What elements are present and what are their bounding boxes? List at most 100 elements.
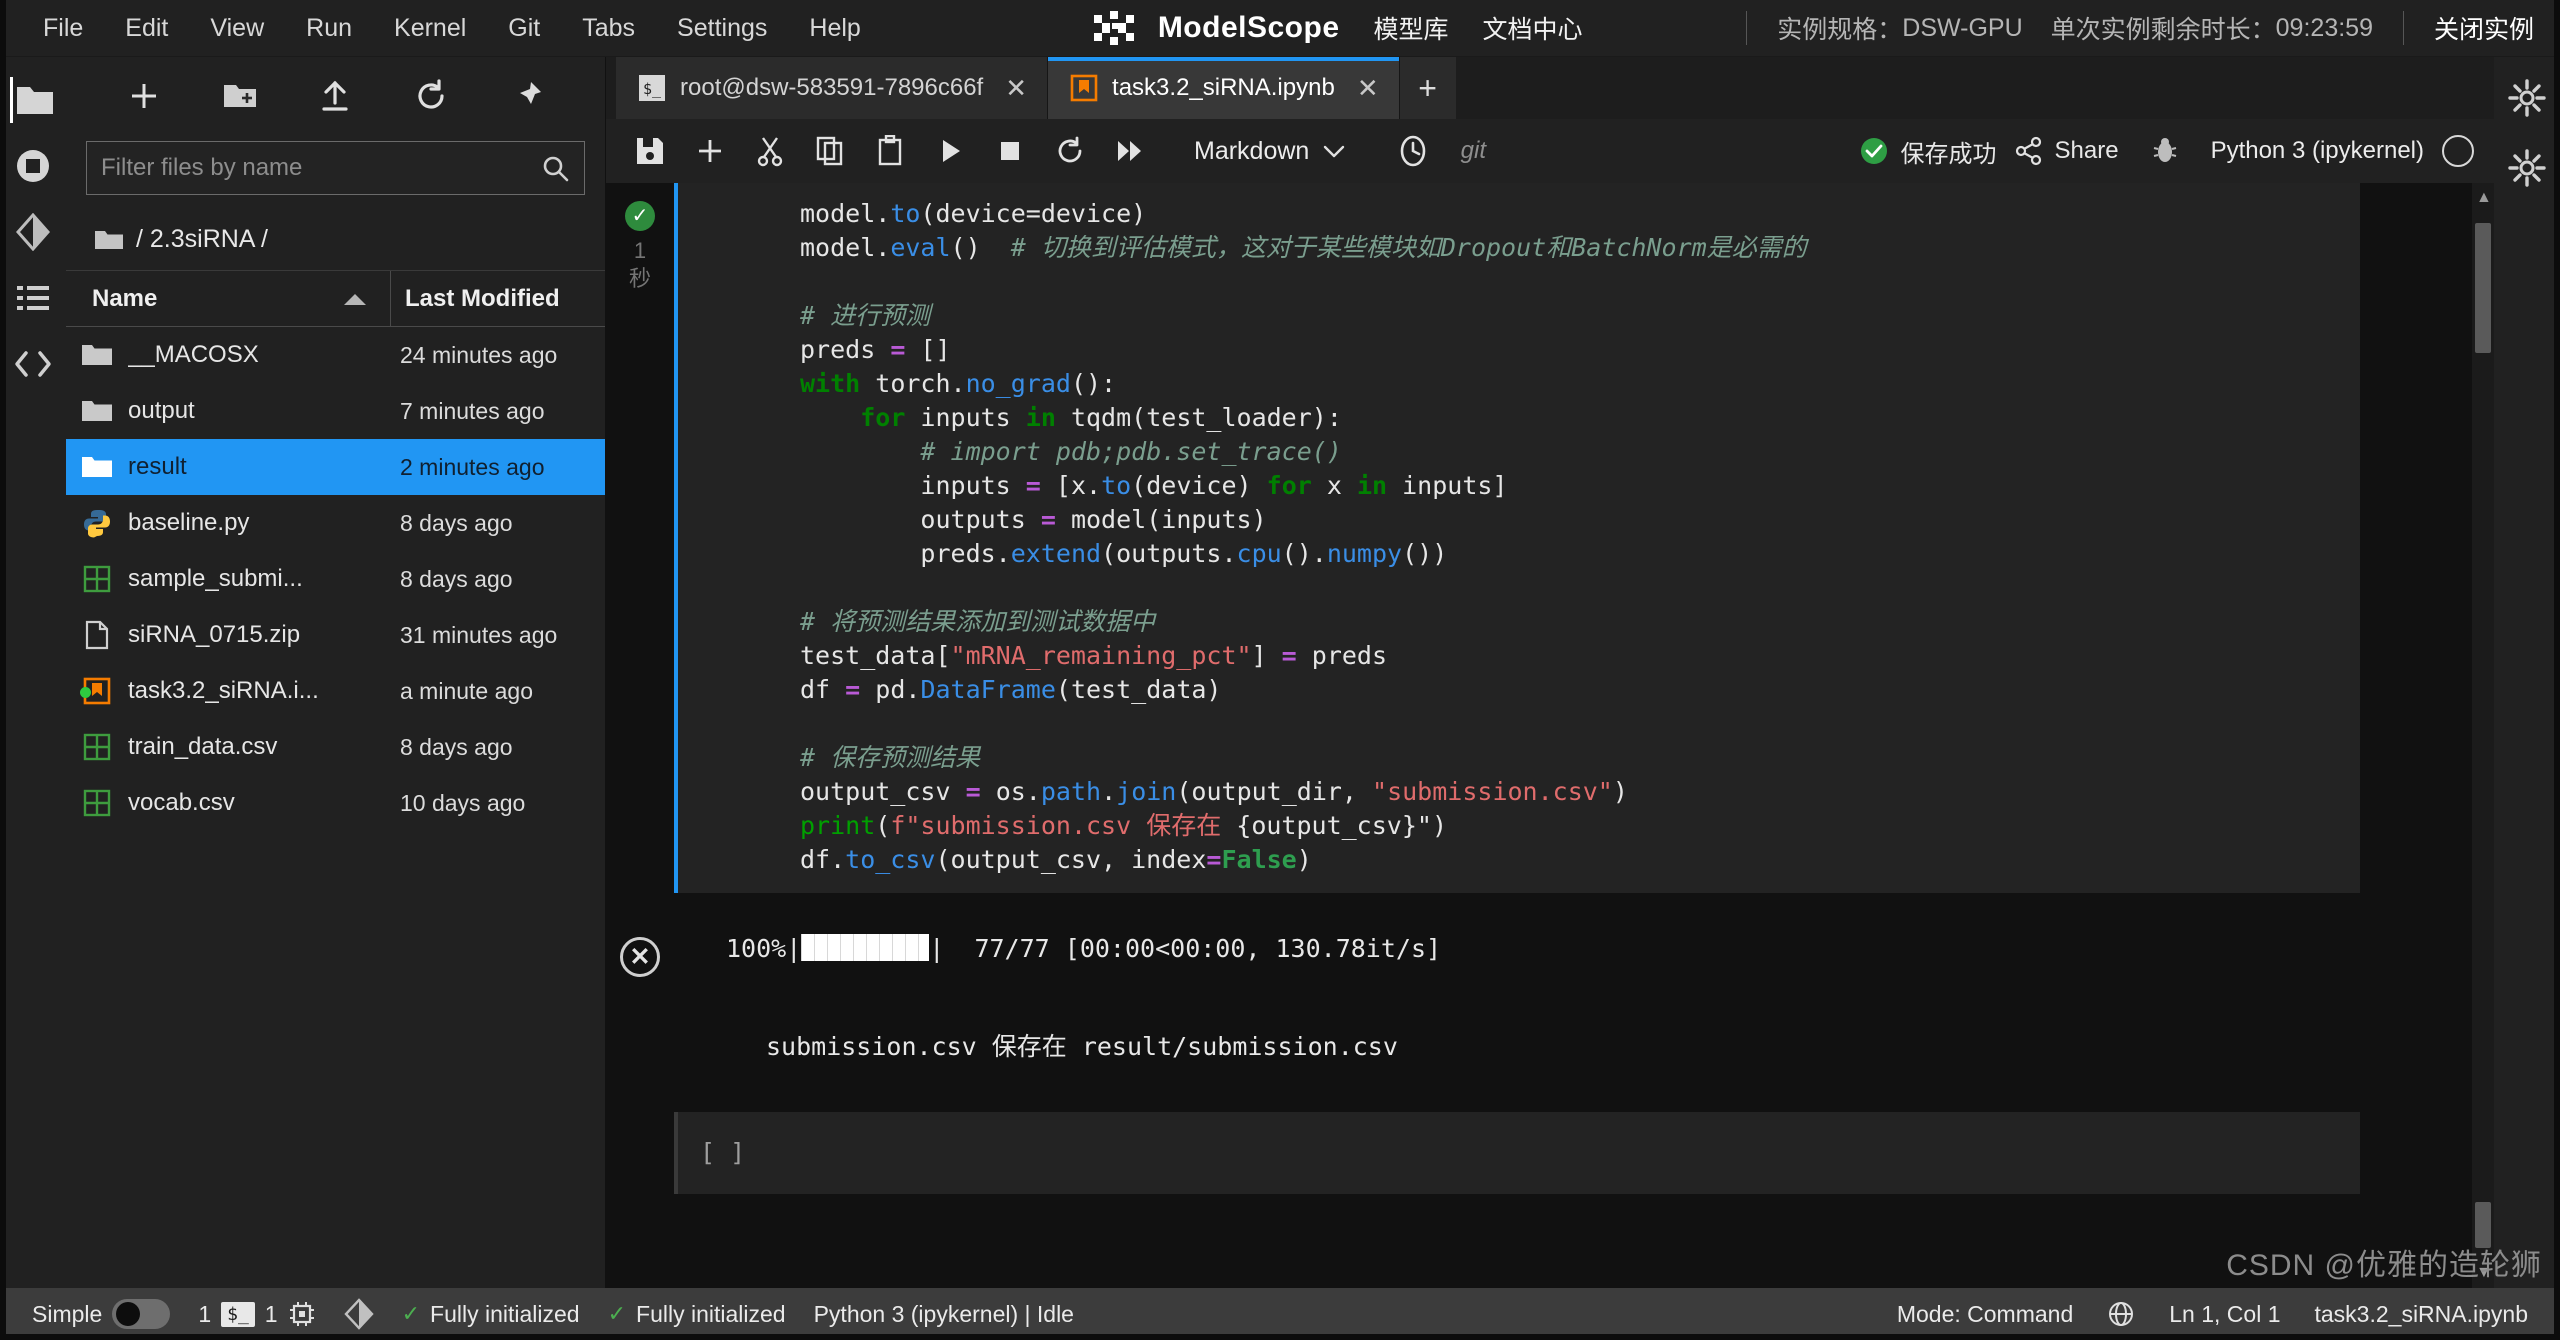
file-list-item[interactable]: __MACOSX 24 minutes ago: [66, 327, 605, 383]
close-icon[interactable]: ✕: [1357, 73, 1379, 104]
menu-run[interactable]: Run: [285, 8, 373, 49]
file-list-item[interactable]: baseline.py 8 days ago: [66, 495, 605, 551]
column-header-name[interactable]: Name: [66, 285, 390, 313]
file-type-icon: [66, 398, 128, 424]
file-last-modified: a minute ago: [400, 677, 533, 704]
notebook-cell[interactable]: ✓ 1 秒 model.to(device=device) model.eval(…: [606, 183, 2472, 893]
copy-button[interactable]: [802, 126, 858, 176]
code-line: df.to_csv(output_csv, index=False): [800, 845, 1312, 874]
kernel-selector[interactable]: Python 3 (ipykernel): [2211, 137, 2424, 165]
git-button[interactable]: git: [1445, 126, 1501, 176]
file-name: output: [128, 397, 195, 424]
file-last-modified: 8 days ago: [400, 565, 513, 592]
file-list-item[interactable]: train_data.csv 8 days ago: [66, 719, 605, 775]
scroll-up-icon[interactable]: ▲: [2476, 189, 2492, 207]
sidebar-item-extensions[interactable]: [10, 341, 56, 387]
breadcrumb[interactable]: / 2.3siRNA /: [66, 209, 605, 271]
sidebar-item-toc[interactable]: [10, 275, 56, 321]
modelscope-brand[interactable]: ModelScope: [1092, 9, 1340, 47]
new-folder-button[interactable]: [217, 73, 263, 119]
terminal-icon: $_: [221, 1301, 255, 1327]
new-tab-button[interactable]: +: [1399, 57, 1456, 119]
new-launcher-button[interactable]: [121, 73, 167, 119]
close-icon[interactable]: ✕: [1005, 73, 1027, 104]
file-type-icon: [66, 733, 128, 761]
code-line: # import pdb;pdb.set_trace(): [920, 437, 1342, 466]
file-list-item[interactable]: vocab.csv 10 days ago: [66, 775, 605, 831]
menu-settings[interactable]: Settings: [656, 8, 788, 49]
menu-view[interactable]: View: [189, 8, 285, 49]
scrollbar-thumb[interactable]: [2475, 223, 2491, 353]
column-header-last-modified[interactable]: Last Modified: [390, 271, 605, 326]
scroll-down-icon[interactable]: ▼: [2476, 1264, 2492, 1282]
git-status-button[interactable]: [330, 1298, 388, 1330]
upload-button[interactable]: [312, 73, 358, 119]
file-list-item[interactable]: output 7 minutes ago: [66, 383, 605, 439]
simple-mode-toggle[interactable]: Simple: [18, 1299, 184, 1329]
menu-git[interactable]: Git: [487, 8, 561, 49]
tab-notebook[interactable]: task3.2_siRNA.ipynb ✕: [1048, 57, 1400, 119]
sidebar-item-running[interactable]: [10, 143, 56, 189]
menu-help[interactable]: Help: [788, 8, 881, 49]
file-name: task3.2_siRNA.i...: [128, 677, 319, 704]
stop-kernel-button[interactable]: [982, 126, 1038, 176]
toggle-switch[interactable]: [112, 1299, 171, 1329]
nav-doc-center[interactable]: 文档中心: [1483, 10, 1583, 46]
search-input[interactable]: [101, 154, 540, 182]
toggle-filter-button[interactable]: [504, 73, 550, 119]
insert-cell-button[interactable]: [682, 126, 738, 176]
file-list-item[interactable]: siRNA_0715.zip 31 minutes ago: [66, 607, 605, 663]
file-list-header: Name Last Modified: [66, 271, 605, 327]
refresh-button[interactable]: [408, 73, 454, 119]
filter-files-box[interactable]: [86, 141, 585, 195]
settings-editor-button[interactable]: [2504, 145, 2550, 191]
notebook-scrollbar[interactable]: ▲ ▼: [2472, 183, 2494, 1288]
file-list-item[interactable]: sample_submi... 8 days ago: [66, 551, 605, 607]
kernel-sessions-count[interactable]: 1 $_ 1: [184, 1300, 329, 1328]
restart-kernel-button[interactable]: [1042, 126, 1098, 176]
filter-wrap: [66, 135, 605, 209]
sidebar-item-file-browser[interactable]: [10, 77, 56, 123]
sidebar-item-git[interactable]: [10, 209, 56, 255]
code-line: # 进行预测: [800, 301, 931, 330]
file-icon: [85, 620, 109, 650]
property-inspector-button[interactable]: [2504, 75, 2550, 121]
status-initialized-2[interactable]: ✓ Fully initialized: [594, 1301, 800, 1328]
top-menu-bar: File Edit View Run Kernel Git Tabs Setti…: [0, 0, 2560, 57]
history-button[interactable]: [1385, 126, 1441, 176]
clear-output-icon[interactable]: ✕: [620, 937, 660, 977]
simple-mode-label: Simple: [32, 1300, 103, 1327]
column-header-name-label: Name: [92, 284, 158, 312]
notebook-empty-cell[interactable]: [ ]: [606, 1111, 2472, 1194]
menu-tabs[interactable]: Tabs: [561, 8, 656, 49]
menu-kernel[interactable]: Kernel: [373, 8, 487, 49]
accessibility-button[interactable]: [2093, 1300, 2149, 1328]
scrollbar-thumb-lower[interactable]: [2475, 1202, 2491, 1248]
progress-percent: 100%: [726, 934, 787, 963]
close-instance-button[interactable]: 关闭实例: [2434, 10, 2534, 46]
cell-type-dropdown[interactable]: Markdown: [1178, 131, 1361, 172]
code-editor[interactable]: model.to(device=device) model.eval() # 切换…: [678, 197, 2360, 877]
status-initialized-1[interactable]: ✓ Fully initialized: [388, 1301, 594, 1328]
kernel-status[interactable]: Python 3 (ipykernel) | Idle: [800, 1301, 1088, 1328]
nav-model-library[interactable]: 模型库: [1374, 10, 1449, 46]
share-icon: [2015, 136, 2041, 166]
cell-source[interactable]: model.to(device=device) model.eval() # 切换…: [674, 183, 2360, 893]
scissors-icon: [757, 137, 783, 167]
file-list: __MACOSX 24 minutes ago output 7 minutes ag…: [66, 327, 605, 1288]
file-list-item[interactable]: result 2 minutes ago: [66, 439, 605, 495]
run-cell-button[interactable]: [922, 126, 978, 176]
debugger-button[interactable]: [2137, 126, 2193, 176]
share-button[interactable]: Share: [2015, 136, 2119, 166]
tab-bar: $_ root@dsw-583591-7896c66f ✕ task3.2_si…: [606, 57, 2494, 119]
file-list-item[interactable]: task3.2_siRNA.i... a minute ago: [66, 663, 605, 719]
paste-button[interactable]: [862, 126, 918, 176]
save-button[interactable]: [622, 126, 678, 176]
menu-file[interactable]: File: [22, 8, 104, 49]
menu-edit[interactable]: Edit: [104, 8, 189, 49]
tab-terminal[interactable]: $_ root@dsw-583591-7896c66f ✕: [616, 57, 1049, 119]
empty-cell-box[interactable]: [ ]: [674, 1111, 2360, 1194]
restart-run-all-button[interactable]: [1102, 126, 1158, 176]
cut-button[interactable]: [742, 126, 798, 176]
notebook-toolbar: Markdown git 保存成功 Share Python 3 (ipyker…: [606, 119, 2494, 183]
